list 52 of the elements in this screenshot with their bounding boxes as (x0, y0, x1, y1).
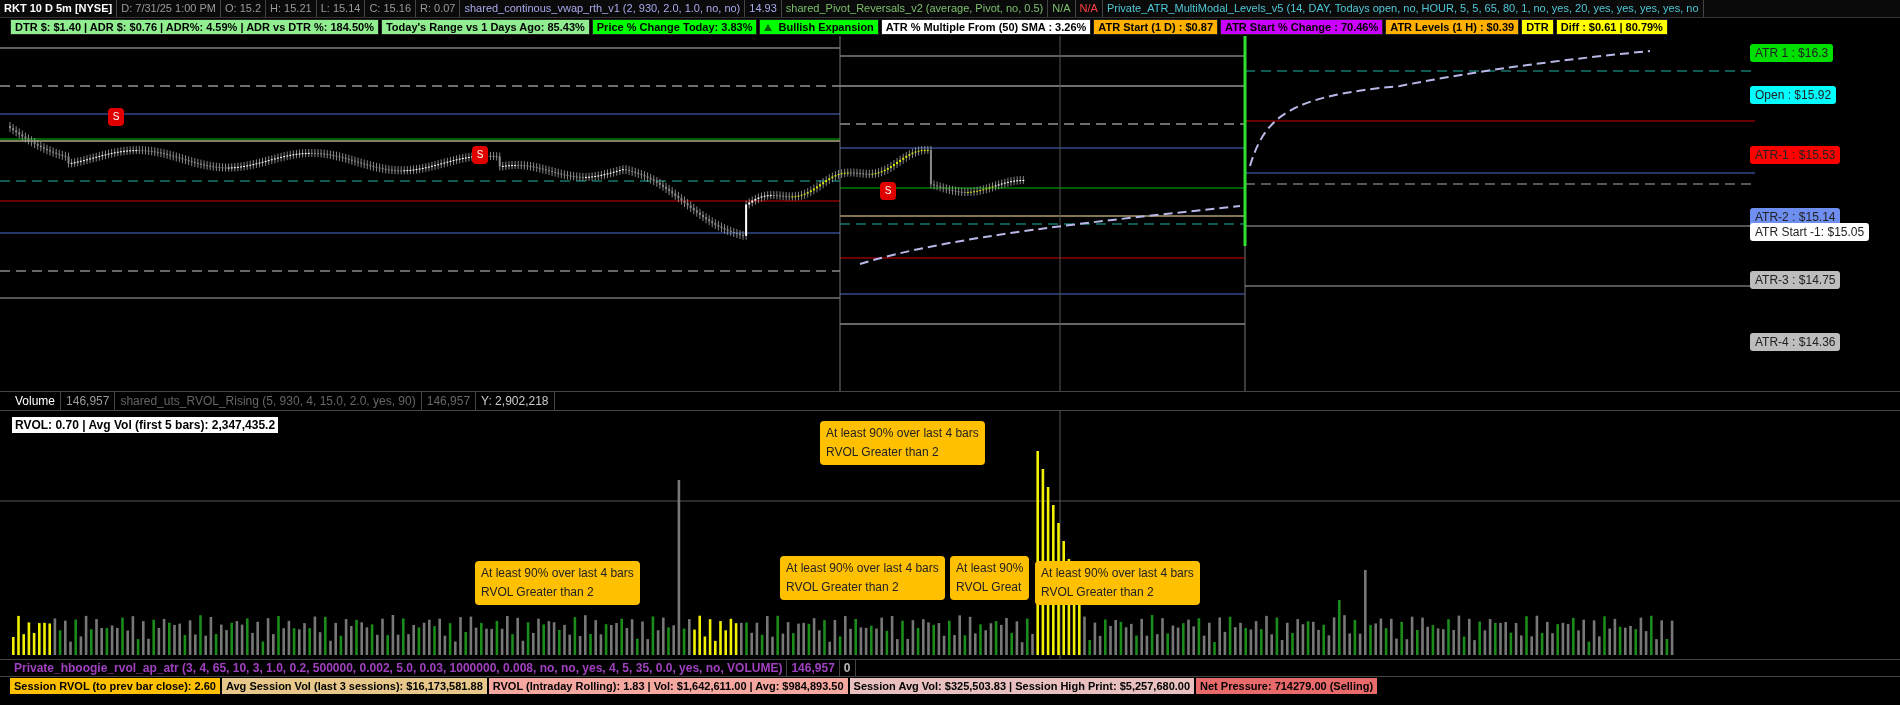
price-level-label: ATR 1 : $16.3 (1750, 44, 1834, 62)
study-header-text: Private_hboogie_rvol_ap_atr (3, 4, 65, 10, 3, 1.0, 0.2, 500000, 0.002, 5.0, 0.03, 1000000, 0.008, no, no, yes, 4, 5, 35, 0.0, yes, no, VOLUME) (10, 660, 788, 676)
signal-marker: S (880, 182, 896, 200)
indicator-badge: DTR $: $1.40 | ADR $: $0.76 | ADR%: 4.59% | ADR vs DTR %: 184.50% (10, 19, 379, 35)
chart-header-text: L: 15.14 (316, 0, 366, 17)
annotation-callout: At least 90% over last 4 bars RVOL Greater than 2 (820, 421, 985, 465)
indicator-badge: ATR % Multiple From (50) SMA : 3.26% (880, 19, 1092, 35)
price-level-label: ATR-4 : $14.36 (1750, 333, 1841, 351)
study-header-text: 146,957 (787, 660, 840, 676)
up-triangle-icon (764, 23, 773, 31)
chart-header-text: R: 0.07 (416, 0, 461, 17)
annotation-callout: At least 90% over last 4 bars RVOL Greater than 2 (1035, 561, 1200, 605)
indicator-badge: Today's Range vs 1 Days Ago: 85.43% (380, 19, 590, 35)
stats-badge: Session RVOL (to prev bar close): 2.60 (10, 678, 220, 694)
indicator-badge: Price % Change Today: 3.83% (591, 19, 758, 35)
chart-header-text: shared_Pivot_Reversals_v2 (average, Pivot, no, 0.5) (781, 0, 1049, 17)
indicator-badge: Diff : $0.61 | 80.79% (1555, 19, 1668, 35)
chart-header-text: O: 15.2 (221, 0, 267, 17)
chart-header-text: D: 7/31/25 1:00 PM (117, 0, 221, 17)
chart-header-text: shared_continous_vwap_rth_v1 (2, 930, 2.0, 1.0, no, no) (460, 0, 746, 17)
annotation-callout: At least 90% over last 4 bars RVOL Greater than 2 (475, 561, 640, 605)
volume-header-text: 146,957 (61, 392, 116, 410)
indicator-badge: ATR Levels (1 H) : $0.39 (1385, 19, 1520, 35)
study-header-text: 0 (839, 660, 856, 676)
chart-header-text: Private_ATR_MultiModal_Levels_v5 (14, DAY, Todays open, no, HOUR, 5, 5, 65, 80, 1, no, yes, 20, yes, yes, yes, yes, no (1102, 0, 1704, 17)
volume-header-text: Y: 2,902,218 (476, 392, 555, 410)
price-level-label: ATR-1 : $15.53 (1750, 146, 1841, 164)
chart-header-text: N/A (1075, 0, 1103, 17)
stats-badge: Session Avg Vol: $325,503.83 | Session High Print: $5,257,680.00 (849, 678, 1195, 694)
indicator-badge: DTR (1521, 19, 1554, 35)
price-level-label: ATR Start -1: $15.05 (1750, 223, 1870, 241)
indicator-badge: Bullish Expansion (759, 19, 879, 35)
chart-header-text: N/A (1048, 0, 1076, 17)
chart-header-text: C: 15.16 (365, 0, 416, 17)
stats-badge: Net Pressure: 714279.00 (Selling) (1196, 678, 1378, 694)
volume-header-text: Volume (10, 392, 62, 410)
stats-badge: RVOL (Intraday Rolling): 1.83 | Vol: $1,642,611.00 | Avg: $984,893.50 (488, 678, 848, 694)
price-level-label: Open : $15.92 (1750, 86, 1837, 104)
chart-header-text: H: 15.21 (266, 0, 317, 17)
volume-header-text: shared_uts_RVOL_Rising (5, 930, 4, 15.0, 2.0, yes, 90) (115, 392, 422, 410)
signal-marker: S (472, 146, 488, 164)
price-level-label: ATR-3 : $14.75 (1750, 271, 1841, 289)
indicator-badge: ATR Start (1 D) : $0.87 (1093, 19, 1218, 35)
chart-header-text: 14.93 (745, 0, 782, 17)
volume-header-text: 146,957 (421, 392, 477, 410)
rvol-label: RVOL: 0.70 | Avg Vol (first 5 bars): 2,347,435.2 (12, 417, 279, 433)
stats-badge: Avg Session Vol (last 3 sessions): $16,173,581.88 (221, 678, 487, 694)
chart-header-text: RKT 10 D 5m [NYSE] (0, 0, 118, 17)
indicator-badge: ATR Start % Change : 70.46% (1220, 19, 1384, 35)
annotation-callout: At least 90% over last 4 bars RVOL Greater than 2 (780, 556, 945, 600)
signal-marker: S (108, 108, 124, 126)
annotation-callout: At least 90% RVOL Great (950, 556, 1030, 600)
